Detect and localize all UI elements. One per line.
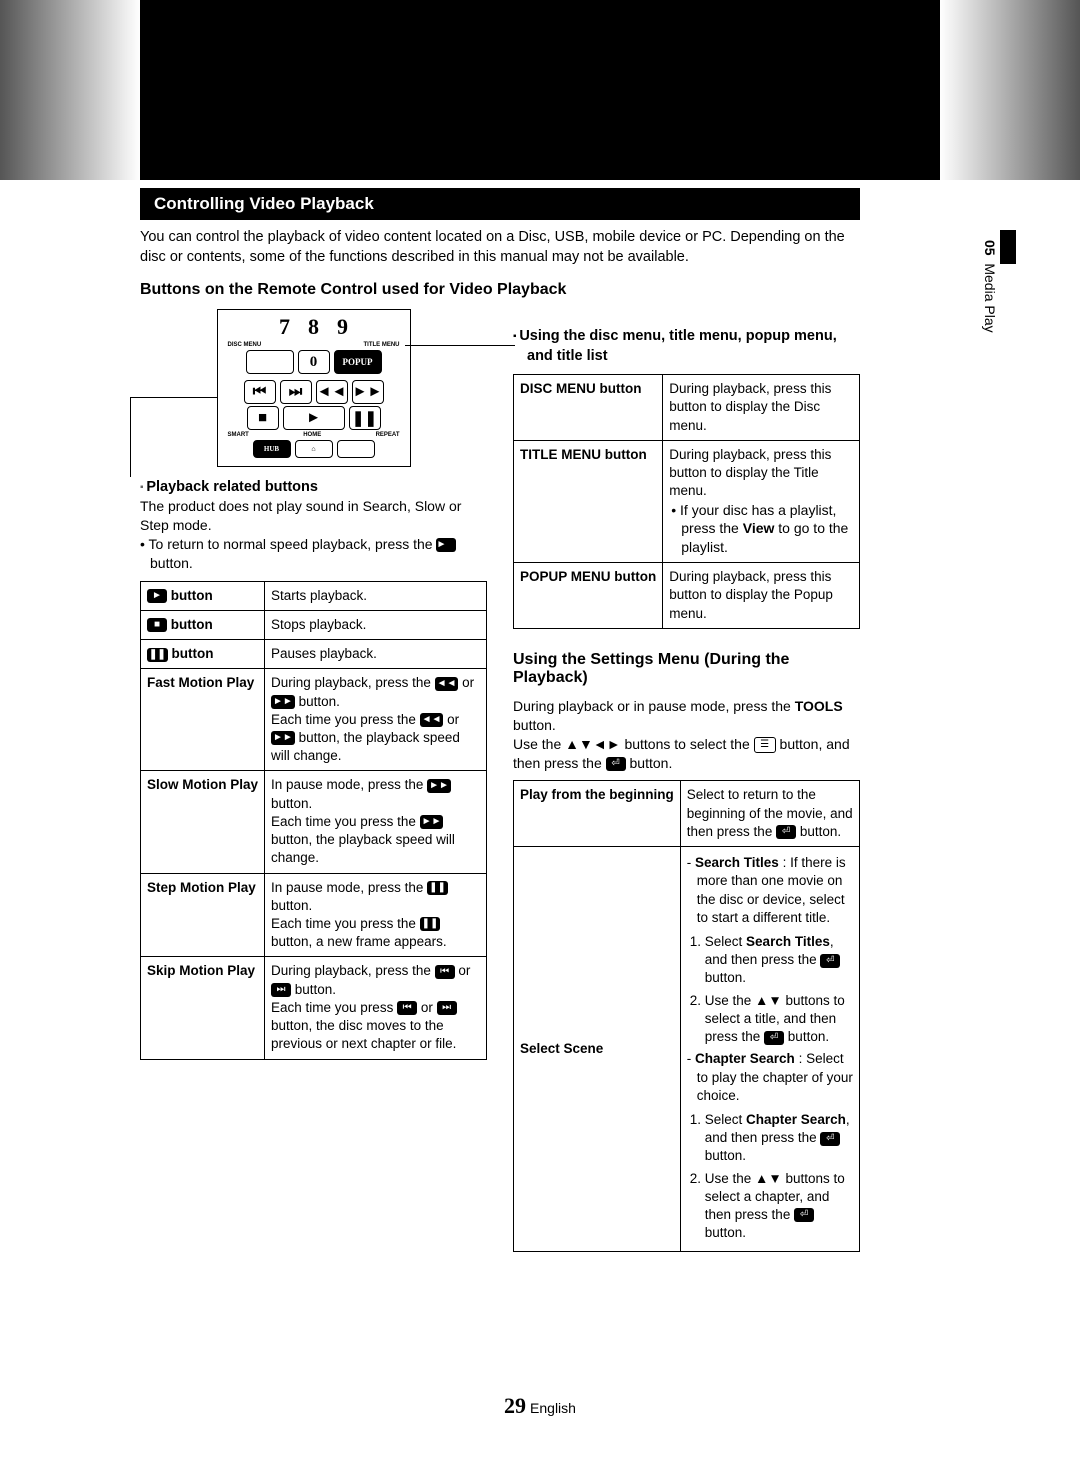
remote-label-disc-menu: DISC MENU — [228, 342, 262, 348]
remote-zero-button: 0 — [298, 350, 330, 374]
settings-paragraph-1: During playback or in pause mode, press … — [513, 697, 860, 735]
chapter-number: 05 — [982, 240, 998, 256]
table-row: Fast Motion Play During playback, press … — [141, 669, 487, 771]
decor-gradient-right — [940, 0, 1080, 180]
skip-back-icon: ⏮ — [397, 1001, 417, 1015]
settings-paragraph-2: Use the ▲▼◄► buttons to select the ☰ but… — [513, 735, 860, 773]
pause-icon: ❚❚ — [147, 648, 168, 662]
pause-icon: ❚❚ — [420, 917, 441, 931]
remote-label-repeat: REPEAT — [376, 432, 400, 438]
remote-diagram: 7 8 9 DISC MENU TITLE MENU 0 POPUP ⏮ — [217, 309, 411, 467]
side-tab: 05 Media Play — [982, 240, 998, 333]
callout-line — [130, 397, 218, 398]
rewind-icon: ◄◄ — [435, 677, 459, 691]
remote-hub-button: HUB — [253, 440, 291, 458]
playback-buttons-table: ► button Starts playback. ■ button Stops… — [140, 581, 487, 1060]
table-row: Skip Motion Play During playback, press … — [141, 957, 487, 1059]
subheading-remote-buttons: Buttons on the Remote Control used for V… — [140, 281, 860, 299]
decor-top-black — [140, 0, 940, 180]
right-column: Using the disc menu, title menu, popup m… — [513, 309, 860, 1252]
skip-forward-icon: ⏭ — [280, 380, 312, 404]
table-row: ■ button Stops playback. — [141, 610, 487, 639]
skip-back-icon: ⏮ — [244, 380, 276, 404]
decor-gradient-left — [0, 0, 140, 180]
table-row: Step Motion Play In pause mode, press th… — [141, 873, 487, 957]
remote-num-8: 8 — [308, 314, 319, 340]
table-row: Play from the beginning Select to return… — [514, 781, 860, 847]
fast-forward-icon: ►► — [271, 695, 295, 709]
page-language: English — [530, 1400, 576, 1416]
enter-icon: ⏎ — [820, 1132, 840, 1146]
table-row: ❚❚ button Pauses playback. — [141, 640, 487, 669]
skip-forward-icon: ⏭ — [271, 983, 291, 997]
play-icon: ► — [283, 406, 345, 430]
remote-label-smart: SMART — [228, 432, 249, 438]
fast-forward-icon: ►► — [420, 815, 444, 829]
page-footer: 29English — [0, 1393, 1080, 1419]
remote-repeat-button — [337, 440, 375, 458]
fast-forward-icon: ►► — [427, 779, 451, 793]
stop-icon: ■ — [147, 618, 167, 632]
tools-icon: ☰ — [754, 737, 776, 753]
pause-icon: ❚❚ — [349, 406, 381, 430]
enter-icon: ⏎ — [820, 954, 840, 968]
table-row: Select Scene Search Titles : If there is… — [514, 847, 860, 1252]
enter-icon: ⏎ — [764, 1031, 784, 1045]
play-icon: ► — [147, 589, 167, 603]
left-column: 7 8 9 DISC MENU TITLE MENU 0 POPUP ⏮ — [140, 309, 487, 1252]
rewind-icon: ◄◄ — [420, 713, 444, 727]
playback-bullet: To return to normal speed playback, pres… — [150, 535, 487, 573]
table-row: ► button Starts playback. — [141, 581, 487, 610]
remote-label-title-menu: TITLE MENU — [364, 342, 400, 348]
remote-label-home: HOME — [303, 432, 321, 438]
table-row: POPUP MENU button During playback, press… — [514, 563, 860, 629]
side-tab-block — [1000, 230, 1016, 264]
enter-icon: ⏎ — [606, 757, 626, 771]
enter-icon: ⏎ — [776, 825, 796, 839]
page-number: 29 — [504, 1393, 526, 1418]
enter-icon: ⏎ — [794, 1208, 814, 1222]
remote-num-7: 7 — [279, 314, 290, 340]
settings-table: Play from the beginning Select to return… — [513, 780, 860, 1252]
callout-line — [405, 345, 515, 346]
skip-forward-icon: ⏭ — [437, 1001, 457, 1015]
fast-forward-icon: ►► — [271, 731, 295, 745]
chapter-title: Media Play — [982, 263, 998, 332]
menu-buttons-table: DISC MENU button During playback, press … — [513, 374, 860, 629]
table-row: Slow Motion Play In pause mode, press th… — [141, 771, 487, 873]
remote-popup-button: POPUP — [334, 350, 382, 374]
skip-back-icon: ⏮ — [435, 965, 455, 979]
settings-menu-subhead: Using the Settings Menu (During the Play… — [513, 651, 860, 687]
stop-icon: ■ — [247, 406, 279, 430]
playback-related-subhead: Playback related buttons — [140, 479, 487, 495]
table-row: TITLE MENU button During playback, press… — [514, 440, 860, 562]
remote-disc-menu-button — [246, 350, 294, 374]
manual-page: 05 Media Play Controlling Video Playback… — [0, 0, 1080, 1477]
play-icon: ► — [436, 538, 456, 552]
playback-note: The product does not play sound in Searc… — [140, 497, 487, 535]
rewind-icon: ◄◄ — [316, 380, 348, 404]
callout-line — [130, 397, 131, 477]
fast-forward-icon: ►► — [352, 380, 384, 404]
pause-icon: ❚❚ — [427, 881, 448, 895]
disc-menu-subhead: Using the disc menu, title menu, popup m… — [513, 327, 860, 366]
intro-paragraph: You can control the playback of video co… — [140, 228, 860, 267]
home-icon: ⌂ — [295, 440, 333, 458]
table-row: DISC MENU button During playback, press … — [514, 375, 860, 441]
section-title-bar: Controlling Video Playback — [140, 188, 860, 220]
remote-num-9: 9 — [337, 314, 348, 340]
